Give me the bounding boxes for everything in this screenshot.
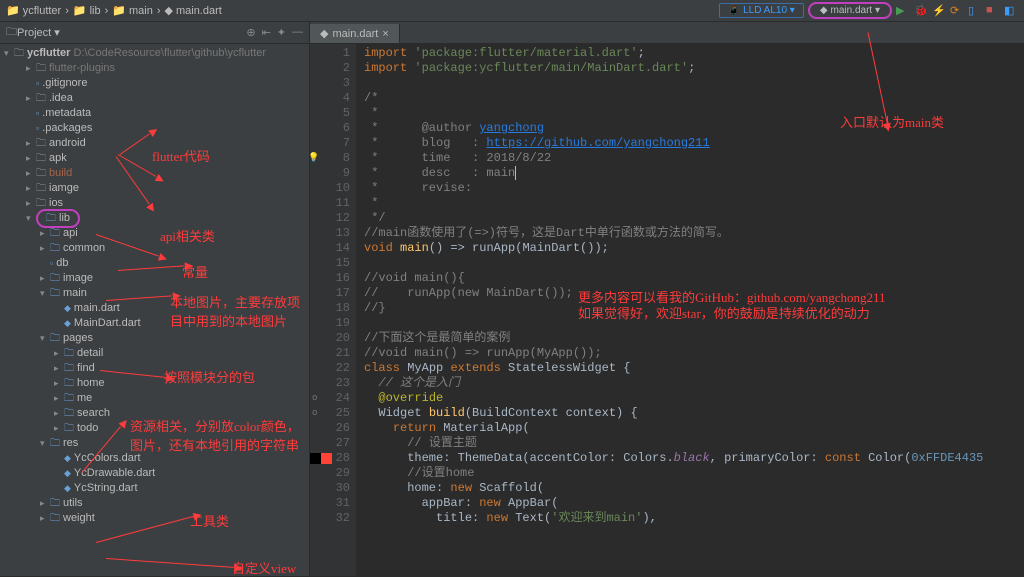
- file-icon: ▫: [36, 106, 39, 121]
- folder-icon: 🗀: [36, 61, 46, 76]
- tree-row[interactable]: ◆YcString.dart: [4, 481, 309, 496]
- tree-row[interactable]: ▸🗀.idea: [4, 91, 309, 106]
- tree-row[interactable]: ▸🗀utils: [4, 496, 309, 511]
- tree-row[interactable]: ▾🗀res: [4, 436, 309, 451]
- folder-icon: 🗀: [64, 421, 74, 436]
- project-tree[interactable]: ▾🗀 ycflutter D:\CodeResource\flutter\git…: [0, 44, 309, 526]
- folder-icon: 🗀: [50, 436, 60, 451]
- folder-icon: 🗀: [64, 391, 74, 406]
- dart-file-icon: ◆: [64, 301, 71, 316]
- folder-icon: 🗀: [36, 91, 46, 106]
- folder-icon: 🗀: [36, 166, 46, 181]
- project-sidebar: 🗀 Project ▾ ⊕ ⇤ ✦ — ▾🗀 ycflutter D:\Code…: [0, 22, 310, 576]
- bc-project[interactable]: 📁 ycflutter: [6, 4, 61, 17]
- tree-root[interactable]: ▾🗀 ycflutter D:\CodeResource\flutter\git…: [4, 46, 309, 61]
- folder-icon: 🗀: [64, 361, 74, 376]
- editor-area: ◆ main.dart × 12345678910111213141516171…: [310, 22, 1024, 576]
- folder-icon: 🗀: [50, 331, 60, 346]
- flutter-icon[interactable]: ⟳: [950, 4, 964, 18]
- debug-icon[interactable]: 🐞: [914, 4, 928, 18]
- folder-icon: 🗀: [50, 511, 60, 526]
- tree-row[interactable]: ◆MainDart.dart: [4, 316, 309, 331]
- stop-icon[interactable]: ■: [986, 4, 1000, 18]
- project-header[interactable]: 🗀 Project ▾ ⊕ ⇤ ✦ —: [0, 22, 309, 44]
- tree-row[interactable]: ▸🗀me: [4, 391, 309, 406]
- bc-main[interactable]: 📁 main: [112, 4, 153, 17]
- folder-icon: 🗀: [50, 271, 60, 286]
- tree-row[interactable]: ▸🗀common: [4, 241, 309, 256]
- tree-row[interactable]: ▾🗀lib: [4, 211, 309, 226]
- tree-row[interactable]: ▸🗀iamge: [4, 181, 309, 196]
- tree-row[interactable]: ▫db: [4, 256, 309, 271]
- top-bar: 📁 ycflutter › 📁 lib › 📁 main › ◆ main.da…: [0, 0, 1024, 22]
- folder-icon: 🗀: [36, 151, 46, 166]
- breadcrumb: 📁 ycflutter › 📁 lib › 📁 main › ◆ main.da…: [6, 4, 222, 17]
- tool-icon[interactable]: ◧: [1004, 4, 1018, 18]
- dart-file-icon: ◆: [64, 316, 71, 331]
- tree-row[interactable]: ▸🗀api: [4, 226, 309, 241]
- bc-file[interactable]: ◆ main.dart: [165, 4, 222, 17]
- bc-lib[interactable]: 📁 lib: [73, 4, 101, 17]
- tree-row[interactable]: ◆YcDrawable.dart: [4, 466, 309, 481]
- folder-icon: 🗀: [50, 286, 60, 301]
- tab-bar: ◆ main.dart ×: [310, 22, 1024, 44]
- folder-icon: 🗀: [50, 226, 60, 241]
- code-area[interactable]: import 'package:flutter/material.dart';i…: [356, 44, 1024, 576]
- tree-row[interactable]: ▸🗀home: [4, 376, 309, 391]
- tree-row[interactable]: ▸🗀image: [4, 271, 309, 286]
- tree-row[interactable]: ▫.gitignore: [4, 76, 309, 91]
- tree-row[interactable]: ▸🗀android: [4, 136, 309, 151]
- tree-row[interactable]: ◆YcColors.dart: [4, 451, 309, 466]
- ann-weight: 自定义view: [232, 558, 296, 577]
- tree-row[interactable]: ▸🗀flutter-plugins: [4, 61, 309, 76]
- hot-reload-icon[interactable]: ⚡: [932, 4, 946, 18]
- tree-row[interactable]: ▸🗀todo: [4, 421, 309, 436]
- sync-icon[interactable]: ⊕: [246, 26, 255, 39]
- attach-icon[interactable]: ▯: [968, 4, 982, 18]
- run-config-selector[interactable]: ◆ main.dart ▾: [808, 2, 892, 19]
- folder-icon: 🗀: [64, 376, 74, 391]
- device-selector[interactable]: 📱 LLD AL10 ▾: [719, 3, 804, 18]
- tree-row[interactable]: ▾🗀pages: [4, 331, 309, 346]
- tab-main-dart[interactable]: ◆ main.dart ×: [310, 24, 400, 43]
- tree-row[interactable]: ◆main.dart: [4, 301, 309, 316]
- folder-icon: 🗀: [50, 241, 60, 256]
- tree-row[interactable]: ▸🗀find: [4, 361, 309, 376]
- run-icon[interactable]: ▶: [896, 4, 910, 18]
- folder-icon: 🗀: [50, 496, 60, 511]
- folder-icon: 🗀: [36, 136, 46, 151]
- folder-icon: 🗀: [46, 211, 56, 226]
- folder-icon: 🗀: [64, 406, 74, 421]
- tree-row[interactable]: ▫.packages: [4, 121, 309, 136]
- folder-icon: 🗀: [64, 346, 74, 361]
- collapse-icon[interactable]: ⇤: [262, 26, 271, 39]
- tree-row[interactable]: ▫.metadata: [4, 106, 309, 121]
- tree-row[interactable]: ▸🗀weight: [4, 511, 309, 526]
- tree-row[interactable]: ▸🗀build: [4, 166, 309, 181]
- folder-icon: 🗀: [36, 181, 46, 196]
- tree-row[interactable]: ▾🗀main: [4, 286, 309, 301]
- dart-file-icon: ◆: [64, 451, 71, 466]
- hide-icon[interactable]: —: [292, 26, 303, 39]
- code-editor[interactable]: 1234567891011121314151617181920212223242…: [310, 44, 1024, 576]
- file-icon: ▫: [36, 121, 39, 136]
- dart-file-icon: ◆: [64, 481, 71, 496]
- tree-row[interactable]: ▸🗀search: [4, 406, 309, 421]
- file-icon: ▫: [50, 256, 53, 271]
- dart-file-icon: ◆: [64, 466, 71, 481]
- settings-icon[interactable]: ✦: [277, 26, 286, 39]
- tree-row[interactable]: ▸🗀apk: [4, 151, 309, 166]
- tree-row[interactable]: ▸🗀detail: [4, 346, 309, 361]
- file-icon: ▫: [36, 76, 39, 91]
- gutter: 1234567891011121314151617181920212223242…: [310, 44, 356, 576]
